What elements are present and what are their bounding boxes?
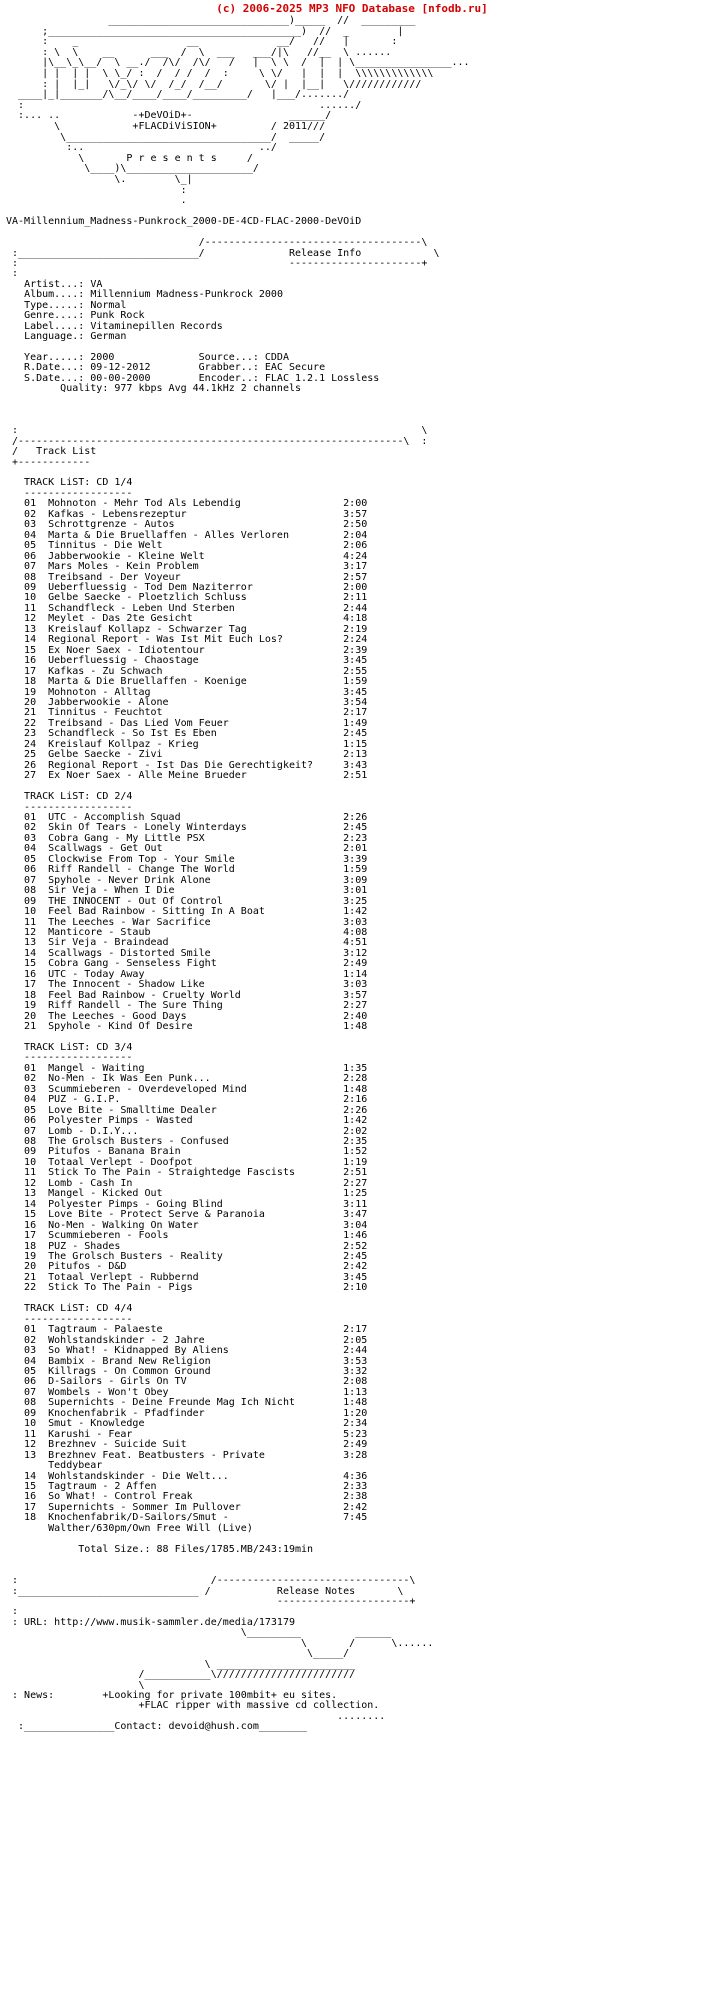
info-row-language: Language.: German — [6, 331, 126, 342]
info-value-language: German — [90, 331, 127, 343]
release-info-fields: Artist...: VA Album....: Millennium Madn… — [0, 279, 704, 343]
info-value-artist: VA — [90, 278, 103, 290]
total-size-line: Total Size.: 88 Files/1785.MB/243:19min — [78, 1543, 314, 1555]
nfo-page: (c) 2006-2025 MP3 NFO Database [nfodb.ru… — [0, 0, 704, 1733]
tracklist-section-frame — [0, 395, 704, 405]
info-value-album: Millennium Madness-Punkrock 2000 — [90, 289, 283, 301]
ascii-art-logo-header: ______________________________)_____ // … — [18, 15, 470, 207]
release-info-art-top: /------------------------------------\ :… — [12, 237, 440, 280]
tracklist-header-art: : \ /-----------------------------------… — [12, 425, 428, 468]
release-name-line: VA-Millennium_Madness-Punkrock_2000-DE-4… — [6, 216, 362, 228]
info-row-type: Type.....: Normal — [6, 300, 126, 311]
info-row-album: Album....: Millennium Madness-Punkrock 2… — [6, 289, 283, 300]
release-notes-body: : URL: http://www.musik-sammler.de/media… — [12, 1616, 434, 1733]
info-label-album: Album....: — [24, 289, 85, 301]
info-value-genre: Punk Rock — [90, 310, 145, 322]
info-label-language: Language.: — [24, 331, 85, 343]
info-value-label: Vitaminepillen Records — [90, 320, 223, 332]
track-lists-body: TRACK LiST: CD 1/4 ------------------ 01… — [24, 477, 368, 1534]
nfodb-copyright-banner: (c) 2006-2025 MP3 NFO Database [nfodb.ru… — [216, 2, 488, 15]
release-notes-header-art: : /--------------------------------\ :__… — [12, 1575, 416, 1618]
info-row-artist: Artist...: VA — [6, 279, 102, 290]
release-info-quality: Quality: 977 kbps Avg 44.1kHz 2 channels — [6, 383, 302, 395]
info-label-genre: Genre....: — [24, 310, 85, 322]
release-info-dates: Year.....: 2000 Source...: CDDA R.Date..… — [24, 352, 380, 384]
info-label-type: Type.....: — [24, 299, 85, 311]
info-label-artist: Artist...: — [24, 278, 85, 290]
info-row-label: Label....: Vitaminepillen Records — [6, 321, 223, 332]
release-info-header-art: /------------------------------------\ :… — [0, 237, 704, 280]
info-row-genre: Genre....: Punk Rock — [6, 310, 145, 322]
info-label-label: Label....: — [24, 320, 85, 332]
info-value-type: Normal — [90, 299, 127, 311]
